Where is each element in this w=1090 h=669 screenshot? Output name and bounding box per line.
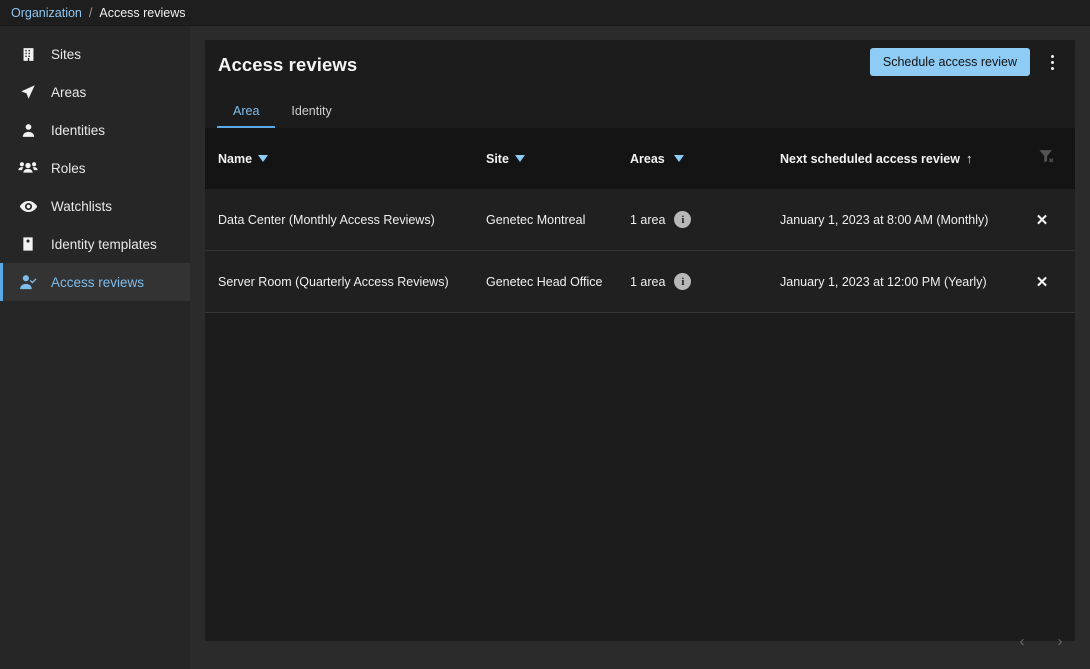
- person-icon: [17, 120, 39, 140]
- main-content: Access reviews Schedule access review Ar…: [190, 26, 1090, 669]
- table-row[interactable]: Data Center (Monthly Access Reviews) Gen…: [205, 189, 1075, 251]
- breadcrumb: Organization / Access reviews: [0, 0, 1090, 26]
- sidebar-item-label: Identity templates: [51, 237, 157, 252]
- filter-caret-icon[interactable]: [258, 155, 268, 162]
- pagination: ‹ ›: [1010, 629, 1072, 653]
- sidebar-item-label: Sites: [51, 47, 81, 62]
- cell-areas: 1 area i: [630, 211, 780, 228]
- next-page-button[interactable]: ›: [1048, 629, 1072, 653]
- column-header-label: Next scheduled access review: [780, 152, 960, 166]
- clear-filter-icon[interactable]: [1037, 147, 1056, 171]
- kebab-dot: [1051, 67, 1054, 70]
- tab-area[interactable]: Area: [217, 104, 275, 128]
- breadcrumb-current-page: Access reviews: [99, 6, 185, 20]
- cell-areas-label: 1 area: [630, 275, 665, 289]
- panel-header: Access reviews Schedule access review: [205, 40, 1075, 98]
- info-icon[interactable]: i: [674, 211, 691, 228]
- sidebar-item-label: Access reviews: [51, 275, 144, 290]
- sidebar-item-label: Watchlists: [51, 199, 112, 214]
- sidebar-item-roles[interactable]: Roles: [0, 149, 190, 187]
- building-icon: [17, 44, 39, 64]
- access-reviews-panel: Access reviews Schedule access review Ar…: [205, 40, 1075, 641]
- sidebar-item-label: Roles: [51, 161, 86, 176]
- sidebar-item-label: Identities: [51, 123, 105, 138]
- column-header-label: Site: [486, 152, 509, 166]
- cell-areas: 1 area i: [630, 273, 780, 290]
- table-row[interactable]: Server Room (Quarterly Access Reviews) G…: [205, 251, 1075, 313]
- column-header-label: Areas: [630, 152, 665, 166]
- kebab-menu-icon[interactable]: [1038, 48, 1066, 76]
- cell-name: Data Center (Monthly Access Reviews): [205, 213, 486, 227]
- previous-page-button[interactable]: ‹: [1010, 629, 1034, 653]
- sidebar-item-areas[interactable]: Areas: [0, 73, 190, 111]
- eye-icon: [17, 196, 39, 216]
- sidebar-item-watchlists[interactable]: Watchlists: [0, 187, 190, 225]
- sidebar-item-identities[interactable]: Identities: [0, 111, 190, 149]
- tab-bar: Area Identity: [205, 98, 1075, 128]
- cell-next-review: January 1, 2023 at 8:00 AM (Monthly): [780, 213, 1038, 227]
- kebab-dot: [1051, 61, 1054, 64]
- navigation-arrow-icon: [17, 82, 39, 102]
- breadcrumb-separator: /: [89, 6, 92, 20]
- sidebar-item-access-reviews[interactable]: Access reviews: [0, 263, 190, 301]
- column-header-site[interactable]: Site: [486, 152, 630, 166]
- id-card-icon: [17, 234, 39, 254]
- breadcrumb-link-organization[interactable]: Organization: [11, 6, 82, 20]
- sidebar: Sites Areas Identities Roles Watchlists: [0, 26, 190, 669]
- people-group-icon: [17, 158, 39, 178]
- info-icon[interactable]: i: [674, 273, 691, 290]
- cell-name: Server Room (Quarterly Access Reviews): [205, 275, 486, 289]
- filter-caret-icon[interactable]: [674, 155, 684, 162]
- access-reviews-table: Name Site Areas Next scheduled access re…: [205, 128, 1075, 313]
- close-icon[interactable]: ✕: [1031, 209, 1053, 231]
- table-header-row: Name Site Areas Next scheduled access re…: [205, 128, 1075, 189]
- kebab-dot: [1051, 55, 1054, 58]
- cell-site: Genetec Head Office: [486, 275, 630, 289]
- cell-next-review: January 1, 2023 at 12:00 PM (Yearly): [780, 275, 1038, 289]
- column-header-next-scheduled-access-review[interactable]: Next scheduled access review ↑: [780, 152, 1038, 166]
- schedule-access-review-button[interactable]: Schedule access review: [870, 48, 1030, 76]
- sort-ascending-icon[interactable]: ↑: [966, 152, 973, 165]
- sidebar-item-identity-templates[interactable]: Identity templates: [0, 225, 190, 263]
- person-check-icon: [17, 272, 39, 292]
- sidebar-item-label: Areas: [51, 85, 86, 100]
- page-title: Access reviews: [218, 54, 357, 76]
- column-header-label: Name: [218, 152, 252, 166]
- cell-areas-label: 1 area: [630, 213, 665, 227]
- cell-site: Genetec Montreal: [486, 213, 630, 227]
- column-header-areas[interactable]: Areas: [630, 152, 780, 166]
- tab-identity[interactable]: Identity: [275, 104, 347, 128]
- close-icon[interactable]: ✕: [1031, 271, 1053, 293]
- column-header-name[interactable]: Name: [205, 152, 486, 166]
- filter-caret-icon[interactable]: [515, 155, 525, 162]
- sidebar-item-sites[interactable]: Sites: [0, 35, 190, 73]
